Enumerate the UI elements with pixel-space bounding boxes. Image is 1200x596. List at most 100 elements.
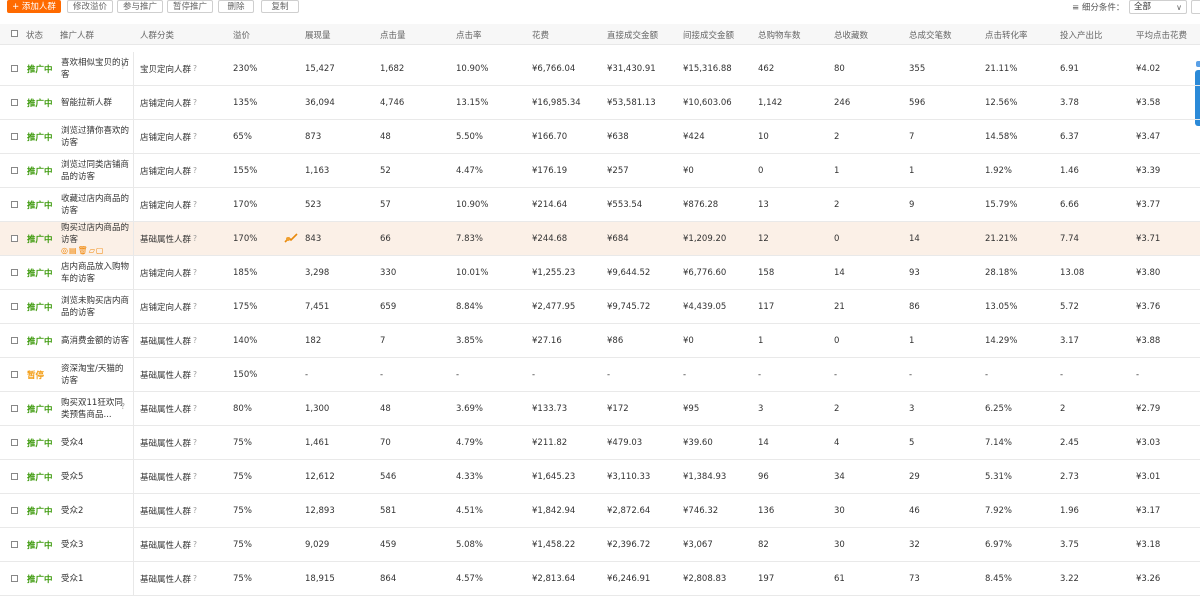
join-promotion-button[interactable]: 参与推广 xyxy=(117,0,163,13)
col-cvr[interactable]: 点击转化率 xyxy=(985,29,1028,41)
table-row[interactable]: 推广中 收藏过店内商品的访客 店铺定向人群? 170% 523 57 10.90% ¥214.… xyxy=(0,188,1200,222)
row-checkbox[interactable] xyxy=(11,371,18,378)
table-row[interactable]: 推广中 购买过店内商品的访客 ◎▤🗑▱▢ 基础属性人群? 170% 843 66 7.83% ¥… xyxy=(0,222,1200,256)
col-orders[interactable]: 总成交笔数 xyxy=(909,29,952,41)
audience-name[interactable]: 受众1 xyxy=(61,562,131,595)
col-cart[interactable]: 总购物车数 xyxy=(758,29,801,41)
col-cpc[interactable]: 平均点击花费 xyxy=(1136,29,1187,41)
row-checkbox[interactable] xyxy=(11,65,18,72)
cell-premium[interactable]: 75% xyxy=(233,528,252,561)
table-row[interactable]: 推广中 高消费金额的访客 基础属性人群? 140% 182 7 3.85% ¥27.16 ¥86… xyxy=(0,324,1200,358)
help-icon[interactable]: ? xyxy=(193,370,197,379)
audience-name[interactable]: 浏览过同类店铺商品的访客 xyxy=(61,154,131,187)
help-icon[interactable]: ? xyxy=(193,574,197,583)
cell-premium[interactable]: 75% xyxy=(233,562,252,595)
cell-premium[interactable]: 65% xyxy=(233,120,252,153)
table-row[interactable]: 推广中 受众4 基础属性人群? 75% 1,461 70 4.79% ¥211.82 ¥479.… xyxy=(0,426,1200,460)
table-row[interactable]: 推广中 受众2 基础属性人群? 75% 12,893 581 4.51% ¥1,842.94 ¥… xyxy=(0,494,1200,528)
row-checkbox[interactable] xyxy=(11,235,18,242)
row-checkbox[interactable] xyxy=(11,337,18,344)
audience-name[interactable]: 高消费金额的访客 xyxy=(61,324,131,357)
select-all-checkbox[interactable] xyxy=(11,30,18,37)
cell-premium[interactable]: 155% xyxy=(233,154,257,187)
help-icon[interactable]: ? xyxy=(193,336,197,345)
table-row[interactable]: 推广中 浏览过猜你喜欢的访客 店铺定向人群? 65% 873 48 5.50% ¥166.70… xyxy=(0,120,1200,154)
copy-button[interactable]: 复制 xyxy=(261,0,299,13)
audience-name[interactable]: 受众3 xyxy=(61,528,131,561)
cell-premium[interactable]: 80% xyxy=(233,392,252,425)
audience-name[interactable]: 店内商品放入购物车的访客 xyxy=(61,256,131,289)
help-icon[interactable]: ? xyxy=(193,404,197,413)
help-icon[interactable]: ? xyxy=(193,234,197,243)
cell-premium[interactable]: 140% xyxy=(233,324,257,357)
col-cost[interactable]: 花费 xyxy=(532,29,549,41)
row-checkbox[interactable] xyxy=(11,167,18,174)
row-checkbox[interactable] xyxy=(11,133,18,140)
col-status[interactable]: 状态 xyxy=(26,29,43,41)
audience-name[interactable]: 收藏过店内商品的访客 xyxy=(61,188,131,221)
cell-premium[interactable]: 230% xyxy=(233,52,257,85)
help-icon[interactable]: ? xyxy=(193,268,197,277)
audience-name[interactable]: 资深淘宝/天猫的访客 xyxy=(61,358,131,391)
audience-name[interactable]: 受众2 xyxy=(61,494,131,527)
row-checkbox[interactable] xyxy=(11,541,18,548)
row-checkbox[interactable] xyxy=(11,575,18,582)
audience-name[interactable]: 浏览未购买店内商品的访客 xyxy=(61,290,131,323)
help-icon[interactable]: ? xyxy=(121,402,125,411)
table-row[interactable]: 推广中 喜欢相似宝贝的访客? 宝贝定向人群? 230% 15,427 1,682 10.90… xyxy=(0,52,1200,86)
add-audience-button[interactable]: + 添加人群 xyxy=(7,0,61,13)
table-row[interactable]: 推广中 浏览过同类店铺商品的访客 店铺定向人群? 155% 1,163 52 4.47% ¥1… xyxy=(0,154,1200,188)
cell-premium[interactable]: 135% xyxy=(233,86,257,119)
cell-premium[interactable]: 75% xyxy=(233,494,252,527)
cell-premium[interactable]: 75% xyxy=(233,460,252,493)
help-icon[interactable]: ? xyxy=(193,98,197,107)
row-checkbox[interactable] xyxy=(11,473,18,480)
table-row[interactable]: 推广中 受众1 基础属性人群? 75% 18,915 864 4.57% ¥2,813.64 ¥… xyxy=(0,562,1200,596)
table-row[interactable]: 推广中 受众5 基础属性人群? 75% 12,612 546 4.33% ¥1,645.23 ¥… xyxy=(0,460,1200,494)
help-icon[interactable]: ? xyxy=(193,540,197,549)
row-tools-icons[interactable]: ◎▤🗑▱▢ xyxy=(61,246,104,255)
col-ctr[interactable]: 点击率 xyxy=(456,29,482,41)
audience-name[interactable]: 智能拉新人群 xyxy=(61,86,131,119)
audience-name[interactable]: 受众4 xyxy=(61,426,131,459)
help-icon[interactable]: ? xyxy=(121,62,125,71)
filter-select[interactable]: 全部 ∨ xyxy=(1129,0,1187,14)
help-icon[interactable]: ? xyxy=(193,132,197,141)
row-checkbox[interactable] xyxy=(11,99,18,106)
col-roi[interactable]: 投入产出比 xyxy=(1060,29,1103,41)
cell-premium[interactable]: 170% xyxy=(233,222,257,255)
row-checkbox[interactable] xyxy=(11,303,18,310)
extra-select[interactable] xyxy=(1191,0,1200,14)
row-checkbox[interactable] xyxy=(11,269,18,276)
table-row[interactable]: 推广中 受众3 基础属性人群? 75% 9,029 459 5.08% ¥1,458.22 ¥2… xyxy=(0,528,1200,562)
help-icon[interactable]: ? xyxy=(193,302,197,311)
col-fav[interactable]: 总收藏数 xyxy=(834,29,868,41)
cell-premium[interactable]: 175% xyxy=(233,290,257,323)
table-row[interactable]: 推广中 购买双11狂欢同类预售商品...? 基础属性人群? 80% 1,300 48 3.6… xyxy=(0,392,1200,426)
row-checkbox[interactable] xyxy=(11,439,18,446)
table-row[interactable]: 暂停 资深淘宝/天猫的访客 基础属性人群? 150% - - - - - - - - - - - - xyxy=(0,358,1200,392)
cell-premium[interactable]: 170% xyxy=(233,188,257,221)
table-row[interactable]: 推广中 店内商品放入购物车的访客 店铺定向人群? 185% 3,298 330 10.01%… xyxy=(0,256,1200,290)
help-icon[interactable]: ? xyxy=(193,166,197,175)
help-icon[interactable]: ? xyxy=(193,438,197,447)
pause-promotion-button[interactable]: 暂停推广 xyxy=(167,0,213,13)
col-impressions[interactable]: 展现量 xyxy=(305,29,331,41)
table-row[interactable]: 推广中 浏览未购买店内商品的访客 店铺定向人群? 175% 7,451 659 8.84% ¥… xyxy=(0,290,1200,324)
row-checkbox[interactable] xyxy=(11,507,18,514)
cell-premium[interactable]: 75% xyxy=(233,426,252,459)
cell-premium[interactable]: 185% xyxy=(233,256,257,289)
col-direct-gmv[interactable]: 直接成交金额 xyxy=(607,29,658,41)
delete-button[interactable]: 删除 xyxy=(218,0,254,13)
audience-name[interactable]: 受众5 xyxy=(61,460,131,493)
cell-premium[interactable]: 150% xyxy=(233,358,257,391)
col-category[interactable]: 人群分类 xyxy=(140,29,174,41)
col-indirect-gmv[interactable]: 间接成交金额 xyxy=(683,29,734,41)
table-row[interactable]: 推广中 智能拉新人群 店铺定向人群? 135% 36,094 4,746 13.15% ¥16… xyxy=(0,86,1200,120)
help-icon[interactable]: ? xyxy=(193,506,197,515)
help-icon[interactable]: ? xyxy=(193,200,197,209)
modify-premium-button[interactable]: 修改溢价 xyxy=(67,0,113,13)
row-checkbox[interactable] xyxy=(11,405,18,412)
help-icon[interactable]: ? xyxy=(193,64,197,73)
audience-name[interactable]: 浏览过猜你喜欢的访客 xyxy=(61,120,131,153)
